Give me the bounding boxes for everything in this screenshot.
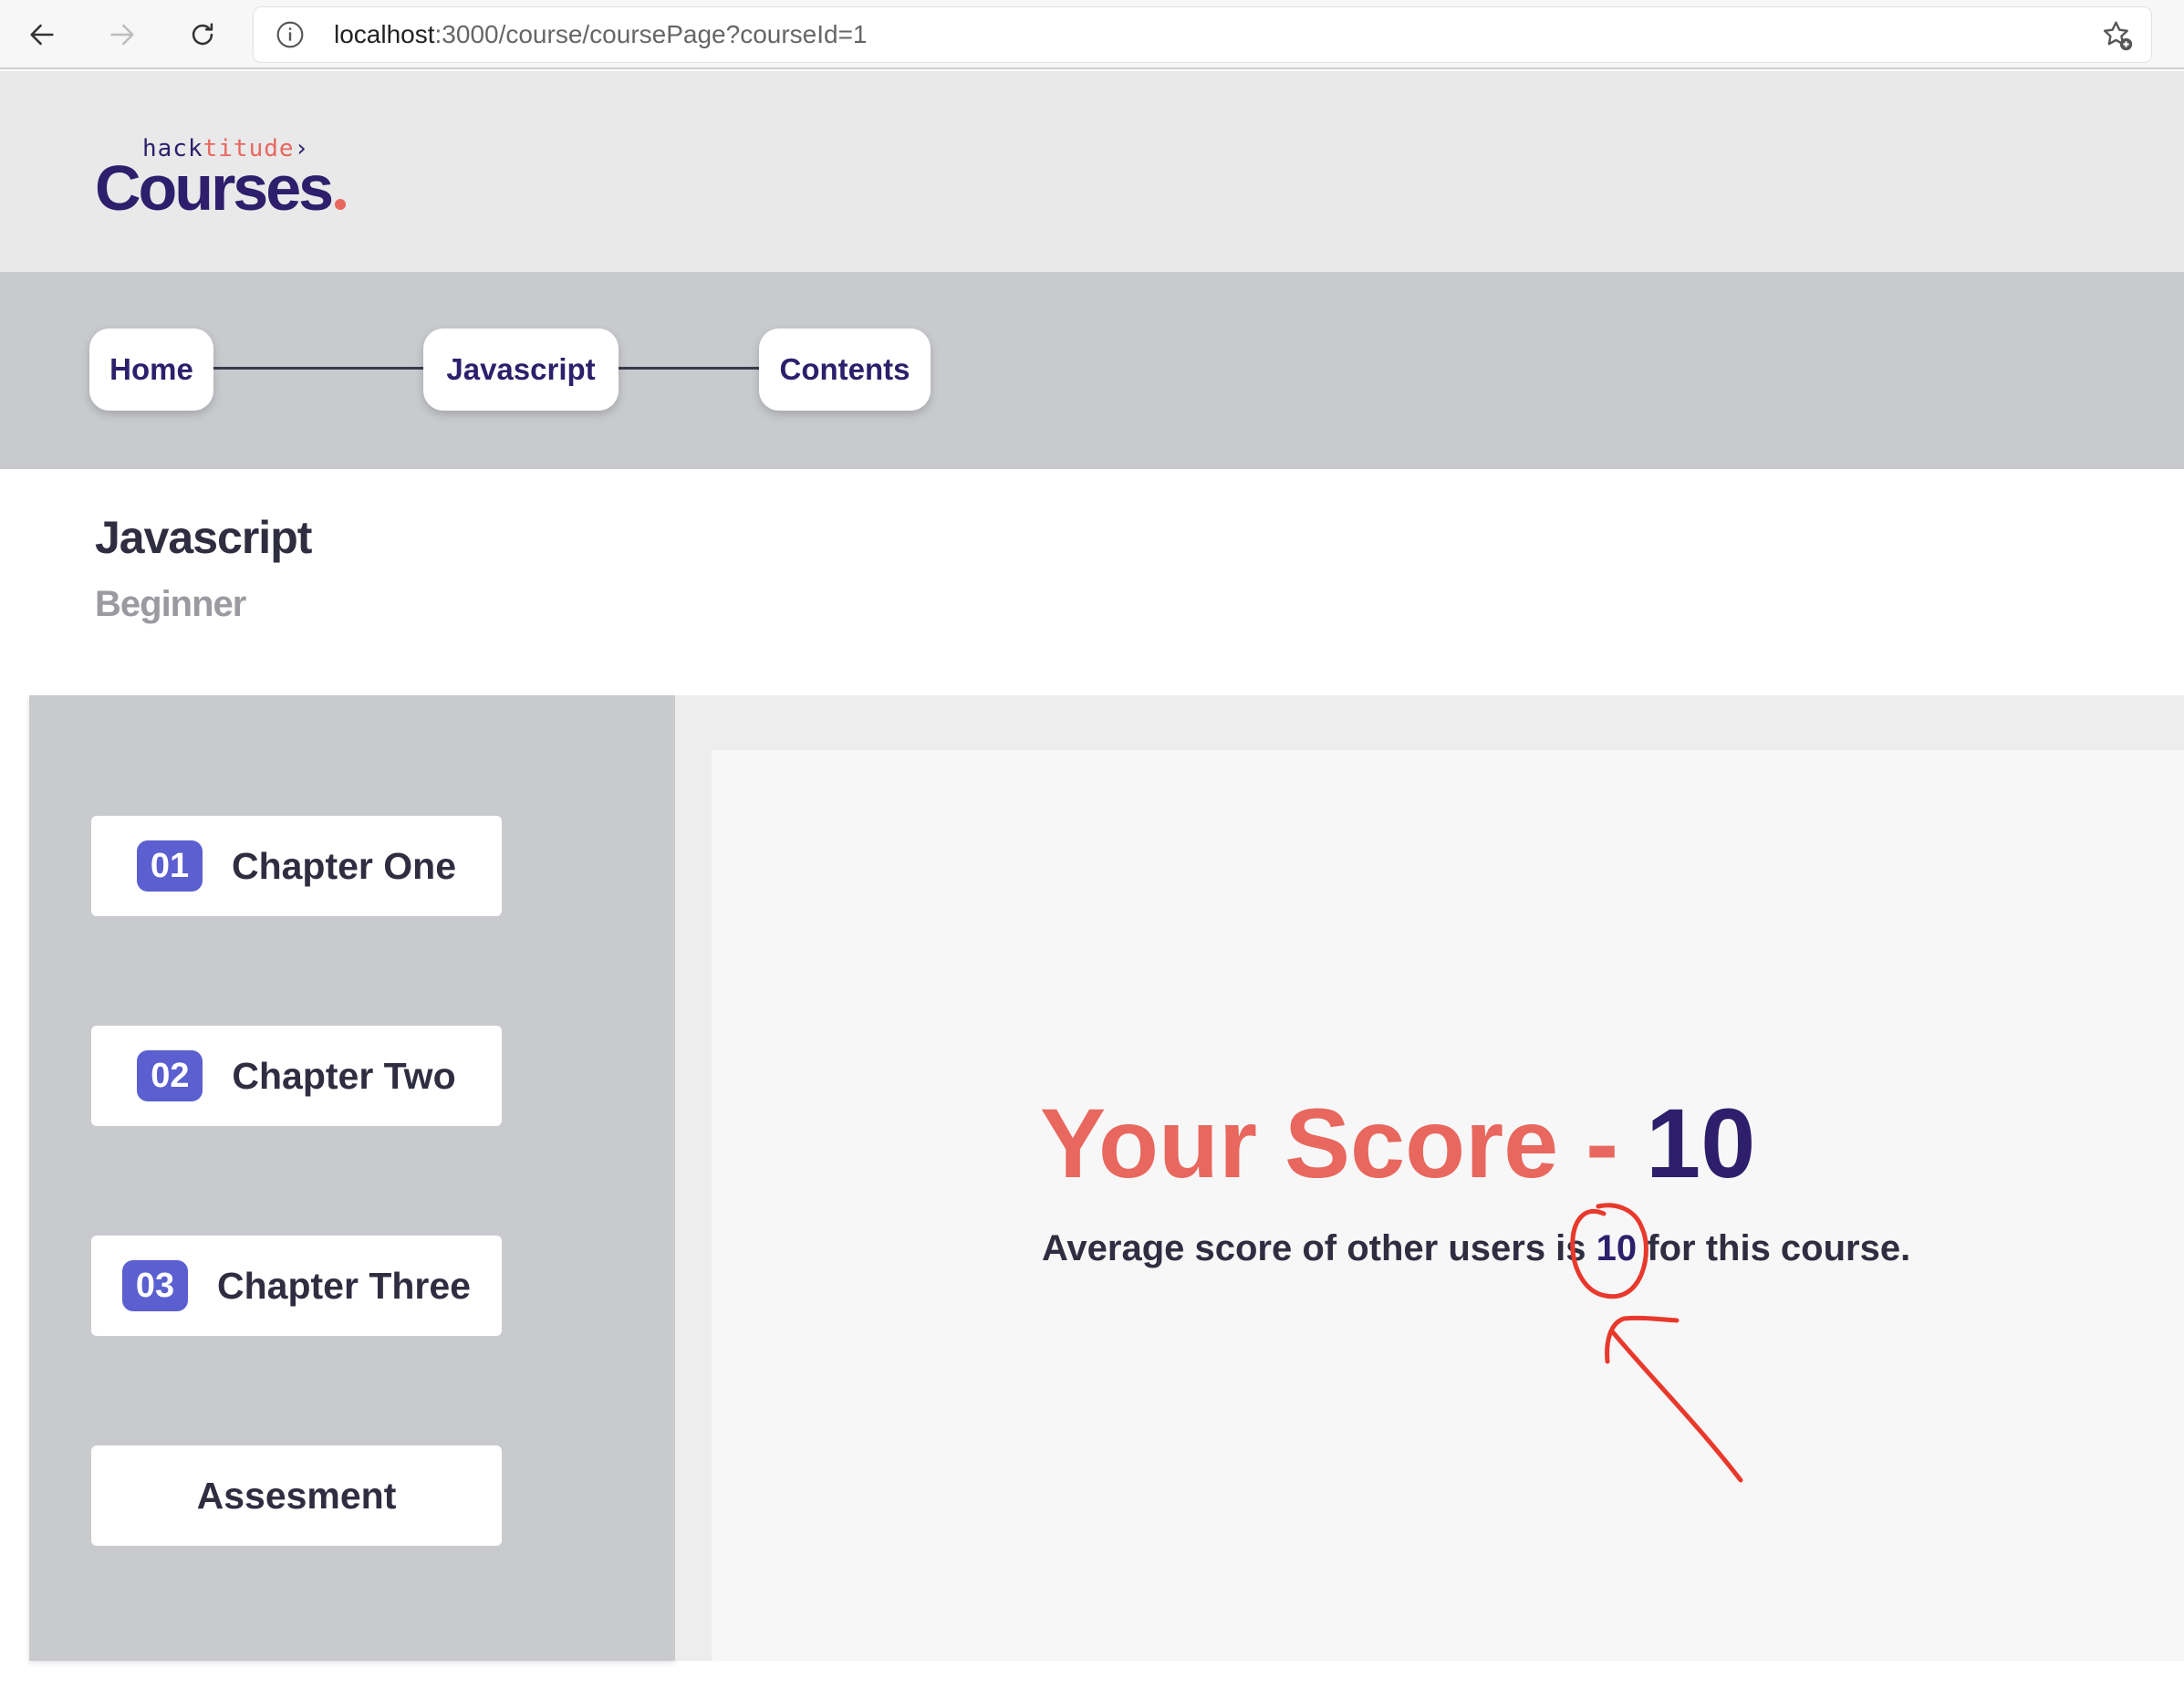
score-panel — [712, 750, 2184, 1661]
score-value: 10 — [1646, 1088, 1756, 1198]
hacktitude-courses-logo[interactable]: hacktitude› Courses — [95, 135, 350, 235]
average-prefix: Average score of other users is — [1042, 1228, 1596, 1268]
info-icon[interactable] — [276, 20, 305, 49]
score-label: Your Score - — [1040, 1088, 1647, 1198]
assessment-label: Assesment — [196, 1474, 397, 1517]
course-level: Beginner — [95, 584, 246, 624]
average-score-text: Average score of other users is 10 for t… — [1042, 1228, 1910, 1269]
chapter-label: Chapter Three — [217, 1264, 471, 1307]
score-heading: Your Score - 10 — [1040, 1086, 1755, 1200]
breadcrumb-connector — [615, 367, 761, 370]
chapter-label: Chapter One — [231, 844, 457, 887]
course-title: Javascript — [95, 512, 312, 563]
browser-toolbar: localhost:3000/course/coursePage?courseI… — [0, 0, 2184, 69]
average-score-value: 10 — [1596, 1228, 1638, 1268]
back-arrow-icon[interactable] — [20, 13, 64, 57]
url-text[interactable]: localhost:3000/course/coursePage?courseI… — [334, 20, 868, 49]
chapter-label: Chapter Two — [232, 1054, 456, 1097]
breadcrumb-javascript[interactable]: Javascript — [423, 329, 619, 411]
address-bar[interactable]: localhost:3000/course/coursePage?courseI… — [254, 7, 2151, 62]
logo-dot — [335, 199, 347, 210]
url-host: localhost — [334, 20, 435, 48]
reload-icon[interactable] — [181, 13, 224, 57]
breadcrumb-bar — [0, 272, 2184, 469]
chapter-number-badge: 01 — [136, 840, 203, 892]
chapter-sidebar: 01 Chapter One 02 Chapter Two 03 Chapter… — [29, 695, 675, 1661]
breadcrumb-contents[interactable]: Contents — [759, 329, 931, 411]
url-path: :3000/course/coursePage?courseId=1 — [434, 20, 868, 48]
chapter-item-three[interactable]: 03 Chapter Three — [91, 1236, 502, 1336]
average-suffix: for this course. — [1637, 1228, 1911, 1268]
assessment-button[interactable]: Assesment — [91, 1445, 502, 1546]
chapter-number-badge: 03 — [122, 1260, 189, 1311]
chapter-item-one[interactable]: 01 Chapter One — [91, 816, 502, 916]
bookmark-star-icon[interactable] — [2100, 18, 2135, 53]
logo-wordmark: Courses — [95, 151, 347, 224]
chapter-item-two[interactable]: 02 Chapter Two — [91, 1026, 502, 1126]
forward-arrow-icon[interactable] — [100, 13, 144, 57]
breadcrumb-home[interactable]: Home — [89, 329, 213, 411]
breadcrumb-connector — [210, 367, 429, 370]
chapter-number-badge: 02 — [137, 1050, 203, 1101]
site-header: hacktitude› Courses — [0, 71, 2184, 272]
